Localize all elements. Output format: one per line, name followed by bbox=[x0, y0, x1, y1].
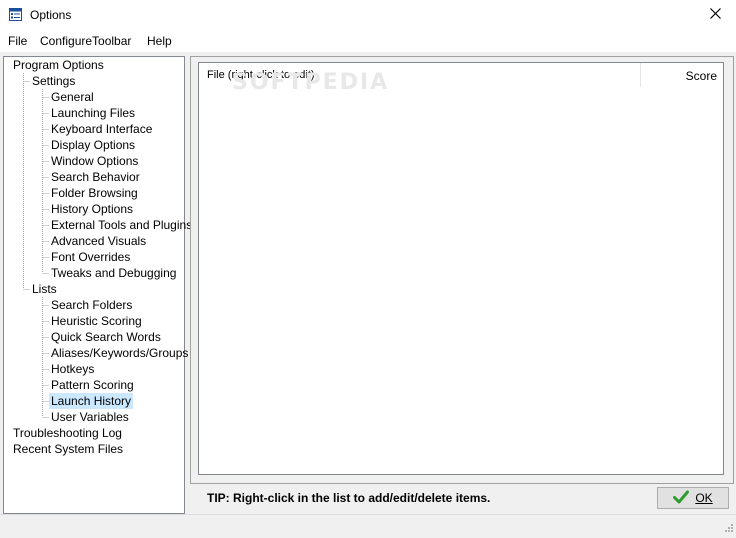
softpedia-watermark: SOFTPEDIA bbox=[232, 70, 390, 95]
ok-button[interactable]: OK bbox=[657, 487, 729, 509]
tree-item-hotkeys[interactable]: Hotkeys bbox=[49, 361, 96, 377]
tree-item-pattern-scoring[interactable]: Pattern Scoring bbox=[49, 377, 136, 393]
tree-item-launching-files[interactable]: Launching Files bbox=[49, 105, 137, 121]
tree-item-program-options[interactable]: Program Options bbox=[11, 57, 106, 73]
tree-item-launch-history[interactable]: Launch History bbox=[49, 393, 134, 409]
tree-item-lists[interactable]: Lists bbox=[30, 281, 59, 297]
tree-item-quick-search-words[interactable]: Quick Search Words bbox=[49, 329, 163, 345]
tree-item-font-overrides[interactable]: Font Overrides bbox=[49, 249, 132, 265]
resize-grip-icon[interactable] bbox=[722, 523, 734, 535]
menu-configure-toolbar[interactable]: ConfigureToolbar bbox=[40, 34, 131, 48]
status-bar bbox=[0, 514, 736, 537]
checkmark-icon bbox=[673, 490, 695, 507]
tree-item-troubleshooting-log[interactable]: Troubleshooting Log bbox=[11, 425, 124, 441]
launch-history-list[interactable]: File (right-click to edit) Score bbox=[198, 62, 724, 475]
tree-item-search-folders[interactable]: Search Folders bbox=[49, 297, 134, 313]
tree-item-user-variables[interactable]: User Variables bbox=[49, 409, 131, 425]
tree-item-general[interactable]: General bbox=[49, 89, 96, 105]
tree-item-display-options[interactable]: Display Options bbox=[49, 137, 137, 153]
tree-item-search-behavior[interactable]: Search Behavior bbox=[49, 169, 142, 185]
tree-item-settings[interactable]: Settings bbox=[30, 73, 77, 89]
column-header-score[interactable]: Score bbox=[686, 69, 717, 83]
tip-text: TIP: Right-click in the list to add/edit… bbox=[207, 491, 491, 505]
close-icon bbox=[709, 8, 721, 22]
tree-item-window-options[interactable]: Window Options bbox=[49, 153, 140, 169]
close-button[interactable] bbox=[694, 0, 736, 30]
options-tree[interactable]: Program Options Settings General Launchi… bbox=[3, 56, 192, 514]
tree-item-folder-browsing[interactable]: Folder Browsing bbox=[49, 185, 140, 201]
tree-item-recent-system-files[interactable]: Recent System Files bbox=[11, 441, 125, 457]
tree-item-aliases-keywords-groups[interactable]: Aliases/Keywords/Groups bbox=[49, 345, 190, 361]
options-list-icon bbox=[9, 8, 22, 21]
tree-item-external-tools[interactable]: External Tools and Plugins bbox=[49, 217, 194, 233]
options-window: Options File ConfigureToolbar Help Progr… bbox=[0, 0, 736, 537]
tree-item-heuristic-scoring[interactable]: Heuristic Scoring bbox=[49, 313, 144, 329]
menu-bar: File ConfigureToolbar Help bbox=[0, 30, 736, 52]
ok-button-label: OK bbox=[695, 491, 713, 505]
column-separator[interactable] bbox=[640, 63, 641, 87]
window-title: Options bbox=[30, 8, 72, 22]
tree-item-tweaks-debugging[interactable]: Tweaks and Debugging bbox=[49, 265, 178, 281]
title-bar: Options bbox=[0, 0, 736, 30]
tree-item-advanced-visuals[interactable]: Advanced Visuals bbox=[49, 233, 148, 249]
menu-file[interactable]: File bbox=[8, 34, 27, 48]
tree-item-history-options[interactable]: History Options bbox=[49, 201, 135, 217]
menu-help[interactable]: Help bbox=[147, 34, 172, 48]
tree-item-keyboard-interface[interactable]: Keyboard Interface bbox=[49, 121, 154, 137]
